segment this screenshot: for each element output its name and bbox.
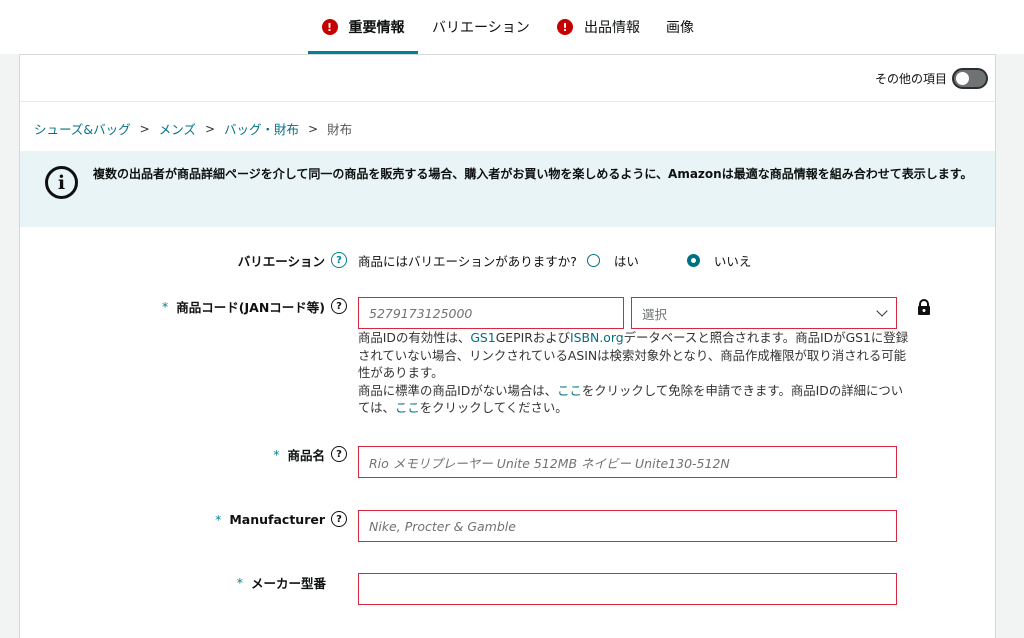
gs1-link[interactable]: GS1 <box>470 330 495 345</box>
info-banner: i 複数の出品者が商品詳細ページを介して同一の商品を販売する場合、購入者がお買い… <box>20 151 995 227</box>
required-marker: * <box>236 574 243 590</box>
info-icon: i <box>45 166 78 199</box>
tab-label: バリエーション <box>432 20 530 36</box>
lock-icon <box>918 299 930 315</box>
variation-yes-radio[interactable] <box>586 254 600 267</box>
product-name-input[interactable]: Rio メモリプレーヤー Unite 512MB ネイビー Unite130-5… <box>358 446 897 478</box>
manufacturer-input[interactable]: Nike, Procter & Gamble <box>358 510 897 542</box>
help-text: 商品に標準の商品IDがない場合は、 <box>358 382 558 398</box>
model-number-label-row: * メーカー型番 <box>20 573 326 591</box>
tab-bar: ! 重要情報 バリエーション ! 出品情報 画像 <box>0 0 1024 54</box>
product-name-label-row: * 商品名 ? <box>20 445 347 463</box>
tab-label: 出品情報 <box>584 20 640 36</box>
help-text: GEPIRおよび <box>495 330 571 345</box>
help-question-icon[interactable]: ? <box>331 298 347 314</box>
variation-yes-label: はい <box>613 254 639 269</box>
other-items-label: その他の項目 <box>874 72 947 86</box>
required-marker: * <box>162 298 169 314</box>
variation-label: バリエーション <box>237 253 325 269</box>
product-id-details-link[interactable]: ここ <box>395 400 420 415</box>
tab-label: 重要情報 <box>348 20 405 36</box>
tab-variation[interactable]: バリエーション <box>432 0 530 54</box>
breadcrumb-separator: > <box>308 121 319 136</box>
help-question-icon[interactable]: ? <box>331 511 347 527</box>
help-text: 商品IDの有効性は、 <box>358 330 471 345</box>
breadcrumb-item[interactable]: バッグ・財布 <box>224 119 299 138</box>
help-question-icon[interactable]: ? <box>331 446 347 462</box>
product-code-input[interactable]: 5279173125000 <box>358 297 624 329</box>
model-number-input[interactable] <box>358 573 897 605</box>
variation-no-label: いいえ <box>713 254 752 269</box>
manufacturer-label: Manufacturer <box>229 511 325 527</box>
isbn-link[interactable]: ISBN.org <box>570 330 624 345</box>
required-marker: * <box>273 446 280 462</box>
product-code-type-select[interactable]: 選択 <box>631 297 897 329</box>
help-question-icon[interactable]: ? <box>331 252 347 268</box>
breadcrumb-item[interactable]: メンズ <box>159 119 196 138</box>
required-marker: * <box>215 511 222 527</box>
breadcrumb-separator: > <box>204 121 216 136</box>
model-number-label: メーカー型番 <box>250 575 326 591</box>
form-panel: その他の項目 シューズ&バッグ > メンズ > バッグ・財布 > 財布 i 複数… <box>19 54 996 638</box>
tab-images[interactable]: 画像 <box>666 0 694 54</box>
chevron-down-icon <box>876 305 888 317</box>
other-items-toggle[interactable] <box>952 68 988 89</box>
other-items-row: その他の項目 <box>875 68 988 89</box>
warning-icon: ! <box>321 19 338 35</box>
exemption-link[interactable]: ここ <box>557 383 582 398</box>
warning-icon: ! <box>557 19 573 35</box>
product-name-label: 商品名 <box>287 447 325 463</box>
breadcrumb-item[interactable]: シューズ&バッグ <box>34 119 131 138</box>
product-code-help: 商品IDの有効性は、GS1GEPIRおよびISBN.orgデータベースと照合され… <box>358 329 910 417</box>
breadcrumb: シューズ&バッグ > メンズ > バッグ・財布 > 財布 <box>34 119 352 138</box>
manufacturer-label-row: * Manufacturer ? <box>20 510 347 528</box>
product-code-label-row: * 商品コード(JANコード等) ? <box>20 297 347 315</box>
variation-no-radio[interactable] <box>686 254 700 267</box>
breadcrumb-separator: > <box>139 121 150 136</box>
info-text: 複数の出品者が商品詳細ページを介して同一の商品を販売する場合、購入者がお買い物を… <box>93 167 973 181</box>
product-code-label: 商品コード(JANコード等) <box>176 299 325 315</box>
variation-label-row: バリエーション ? <box>20 251 347 269</box>
tab-important-info[interactable]: ! 重要情報 <box>308 0 418 54</box>
variation-question: 商品にはバリエーションがありますか? <box>358 254 577 269</box>
select-value: 選択 <box>642 306 668 322</box>
divider <box>20 101 995 102</box>
tab-label: 画像 <box>666 20 694 36</box>
breadcrumb-current: 財布 <box>327 122 353 137</box>
variation-radio-group: 商品にはバリエーションがありますか? はい いいえ <box>358 251 789 270</box>
help-text: をクリックしてください。 <box>419 400 568 415</box>
tab-offer-info[interactable]: ! 出品情報 <box>557 0 640 54</box>
